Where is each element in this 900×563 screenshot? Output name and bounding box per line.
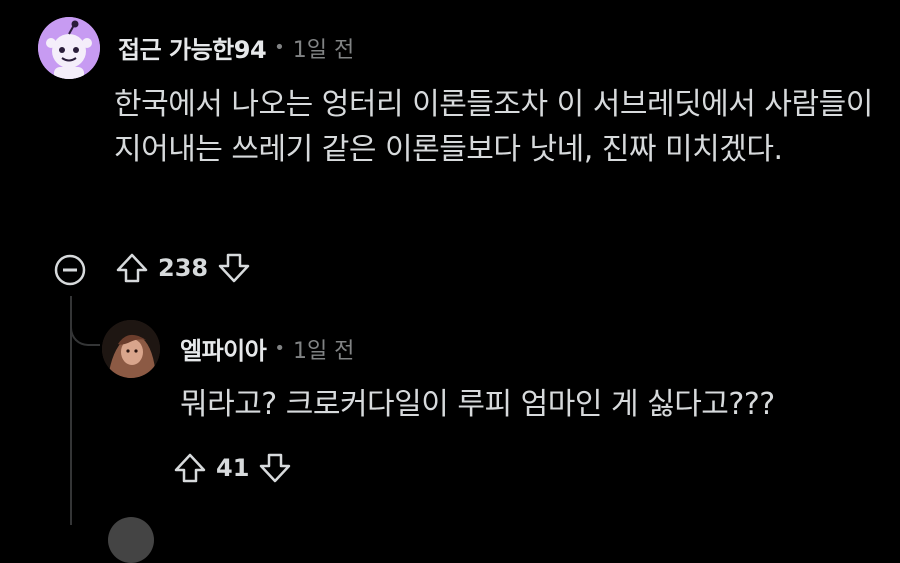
reply-vote-count: 41	[216, 454, 250, 482]
downvote-button[interactable]	[214, 248, 254, 288]
arrow-up-icon	[116, 253, 148, 283]
reply-vote-bar: 41	[170, 448, 295, 488]
reply-username[interactable]: 엘파이아	[180, 331, 267, 366]
reply-body: 뭐라고? 크로커다일이 루피 엄마인 게 싫다고???	[180, 387, 775, 422]
reply-avatar[interactable]	[102, 320, 160, 378]
vote-bar: 238	[112, 248, 254, 288]
collapse-button[interactable]	[52, 252, 88, 288]
vote-count: 238	[158, 254, 209, 282]
upvote-button[interactable]	[112, 248, 152, 288]
comment-header: 접근 가능한94 • 1일 전	[118, 30, 354, 65]
separator-dot: •	[274, 338, 285, 359]
timestamp: 1일 전	[292, 37, 355, 63]
anime-character-avatar-icon	[102, 320, 160, 378]
username[interactable]: 접근 가능한94	[118, 30, 267, 65]
avatar[interactable]	[38, 17, 100, 79]
arrow-up-icon	[174, 453, 206, 483]
reply-branch-line	[70, 318, 100, 346]
arrow-down-icon	[260, 453, 291, 483]
reply-upvote-button[interactable]	[170, 448, 210, 488]
reply-downvote-button[interactable]	[255, 448, 295, 488]
reply-header: 엘파이아 • 1일 전	[180, 331, 354, 366]
reply-timestamp: 1일 전	[292, 338, 355, 364]
snoo-avatar-icon	[38, 17, 100, 79]
separator-dot: •	[274, 37, 285, 58]
minus-circle-icon	[54, 254, 86, 286]
next-comment-avatar[interactable]	[108, 517, 154, 563]
comment-body: 한국에서 나오는 엉터리 이론들조차 이 서브레딧에서 사람들이 지어내는 쓰레…	[114, 87, 873, 167]
arrow-down-icon	[218, 253, 250, 283]
